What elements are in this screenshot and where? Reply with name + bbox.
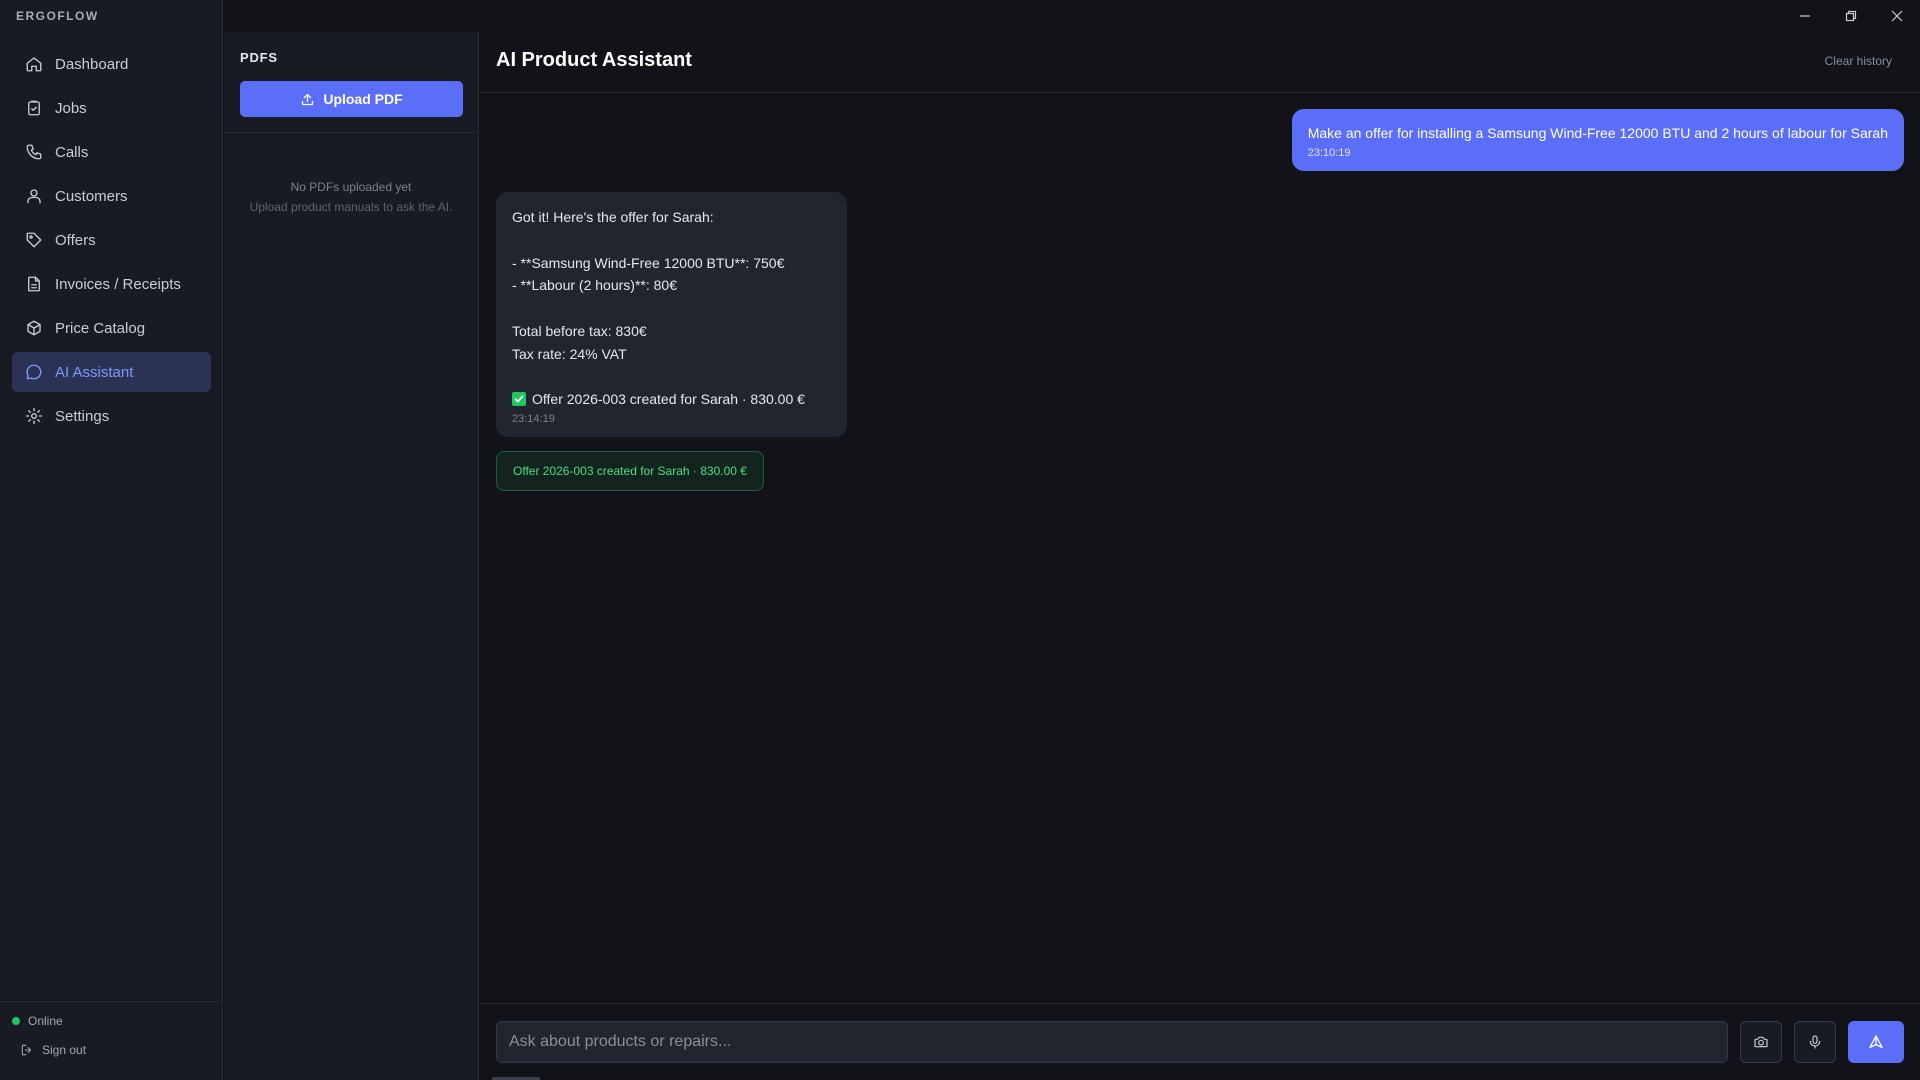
close-button[interactable] (1874, 0, 1920, 32)
sidebar-item-dashboard[interactable]: Dashboard (12, 44, 211, 84)
home-icon (24, 54, 44, 74)
camera-button[interactable] (1740, 1021, 1782, 1063)
status-dot-icon (12, 1017, 20, 1025)
sidebar-item-offers[interactable]: Offers (12, 220, 211, 260)
phone-icon (24, 142, 44, 162)
sidebar-item-customers[interactable]: Customers (12, 176, 211, 216)
sidebar-item-label: Jobs (55, 99, 87, 117)
pdf-panel-divider (224, 132, 478, 133)
sidebar-item-label: Dashboard (55, 55, 129, 73)
tag-icon (24, 230, 44, 250)
chat-icon (24, 362, 44, 382)
sidebar-item-label: AI Assistant (55, 363, 134, 381)
pdf-empty-state: No PDFs uploaded yet Upload product manu… (224, 177, 478, 217)
minimize-button[interactable] (1782, 0, 1828, 32)
gear-icon (24, 406, 44, 426)
assistant-line: Total before tax: 830€ (512, 322, 647, 339)
status-label: Online (28, 1014, 63, 1028)
sign-out-label: Sign out (42, 1043, 87, 1057)
assistant-message-time: 23:14:19 (512, 413, 555, 426)
sidebar: ERGOFLOW Dashboard Jobs Calls Customers (0, 0, 223, 1080)
sign-out-button[interactable]: Sign out (20, 1043, 86, 1057)
box-icon (24, 318, 44, 338)
sidebar-item-price-catalog[interactable]: Price Catalog (12, 308, 211, 348)
offer-created-chip[interactable]: Offer 2026-003 created for Sarah · 830.0… (496, 451, 764, 491)
user-message-time: 23:10:19 (1307, 147, 1351, 159)
upload-icon (302, 93, 314, 105)
document-icon (24, 274, 44, 294)
assistant-line: Got it! Here's the offer for Sarah: (512, 209, 714, 225)
assistant-confirmation-line: Offer 2026-003 created for Sarah · 830.0… (512, 388, 831, 411)
user-message: Make an offer for installing a Samsung W… (1291, 109, 1904, 171)
assistant-message: Got it! Here's the offer for Sarah: - **… (496, 192, 847, 438)
microphone-button[interactable] (1794, 1021, 1836, 1063)
pdf-empty-title: No PDFs uploaded yet (290, 180, 412, 194)
app-brand: ERGOFLOW (16, 9, 99, 23)
sidebar-item-label: Customers (55, 187, 128, 205)
sign-out-icon (21, 1044, 32, 1056)
upload-pdf-label: Upload PDF (323, 91, 403, 107)
pdf-panel-title: PDFS (240, 50, 278, 65)
check-icon (512, 392, 526, 407)
assistant-confirmation-text: Offer 2026-003 created for Sarah · 830.0… (532, 391, 805, 408)
upload-pdf-button[interactable]: Upload PDF (240, 81, 463, 117)
pdf-empty-subtitle: Upload product manuals to ask the AI. (249, 200, 453, 214)
close-icon (1891, 10, 1903, 22)
sidebar-item-ai-assistant[interactable]: AI Assistant (12, 352, 211, 392)
clear-history-button[interactable]: Clear history (1825, 54, 1892, 68)
sidebar-nav: Dashboard Jobs Calls Customers Offers In… (12, 44, 211, 440)
send-button[interactable] (1848, 1021, 1904, 1063)
sidebar-item-label: Price Catalog (55, 319, 146, 337)
assistant-line: Tax rate: 24% VAT (512, 345, 627, 362)
composer (480, 1003, 1920, 1080)
restore-button[interactable] (1828, 0, 1874, 32)
sidebar-item-settings[interactable]: Settings (12, 396, 211, 436)
pdf-panel: PDFS Upload PDF No PDFs uploaded yet Upl… (224, 32, 479, 1080)
chat-header: AI Product Assistant Clear history (480, 32, 1920, 93)
sidebar-item-jobs[interactable]: Jobs (12, 88, 211, 128)
send-icon (1869, 1035, 1883, 1048)
assistant-line: - **Samsung Wind-Free 12000 BTU**: 750€ (512, 254, 785, 271)
sidebar-item-label: Offers (55, 231, 96, 249)
window-controls (1782, 0, 1920, 32)
clipboard-icon (24, 98, 44, 118)
restore-icon (1845, 10, 1857, 22)
sidebar-item-invoices[interactable]: Invoices / Receipts (12, 264, 211, 304)
user-icon (24, 186, 44, 206)
sidebar-item-label: Calls (55, 143, 89, 161)
camera-icon (1754, 1036, 1768, 1048)
sidebar-footer: Online Sign out (0, 1001, 222, 1080)
user-message-text: Make an offer for installing a Samsung W… (1307, 125, 1888, 141)
chat-input[interactable] (496, 1021, 1728, 1063)
minimize-icon (1800, 15, 1810, 17)
connection-status: Online (12, 1014, 63, 1028)
sidebar-item-label: Invoices / Receipts (55, 275, 181, 293)
assistant-line: - **Labour (2 hours)**: 80€ (512, 277, 677, 294)
sidebar-item-label: Settings (55, 407, 110, 425)
sidebar-item-calls[interactable]: Calls (12, 132, 211, 172)
microphone-icon (1809, 1035, 1821, 1049)
page-title: AI Product Assistant (496, 49, 692, 71)
